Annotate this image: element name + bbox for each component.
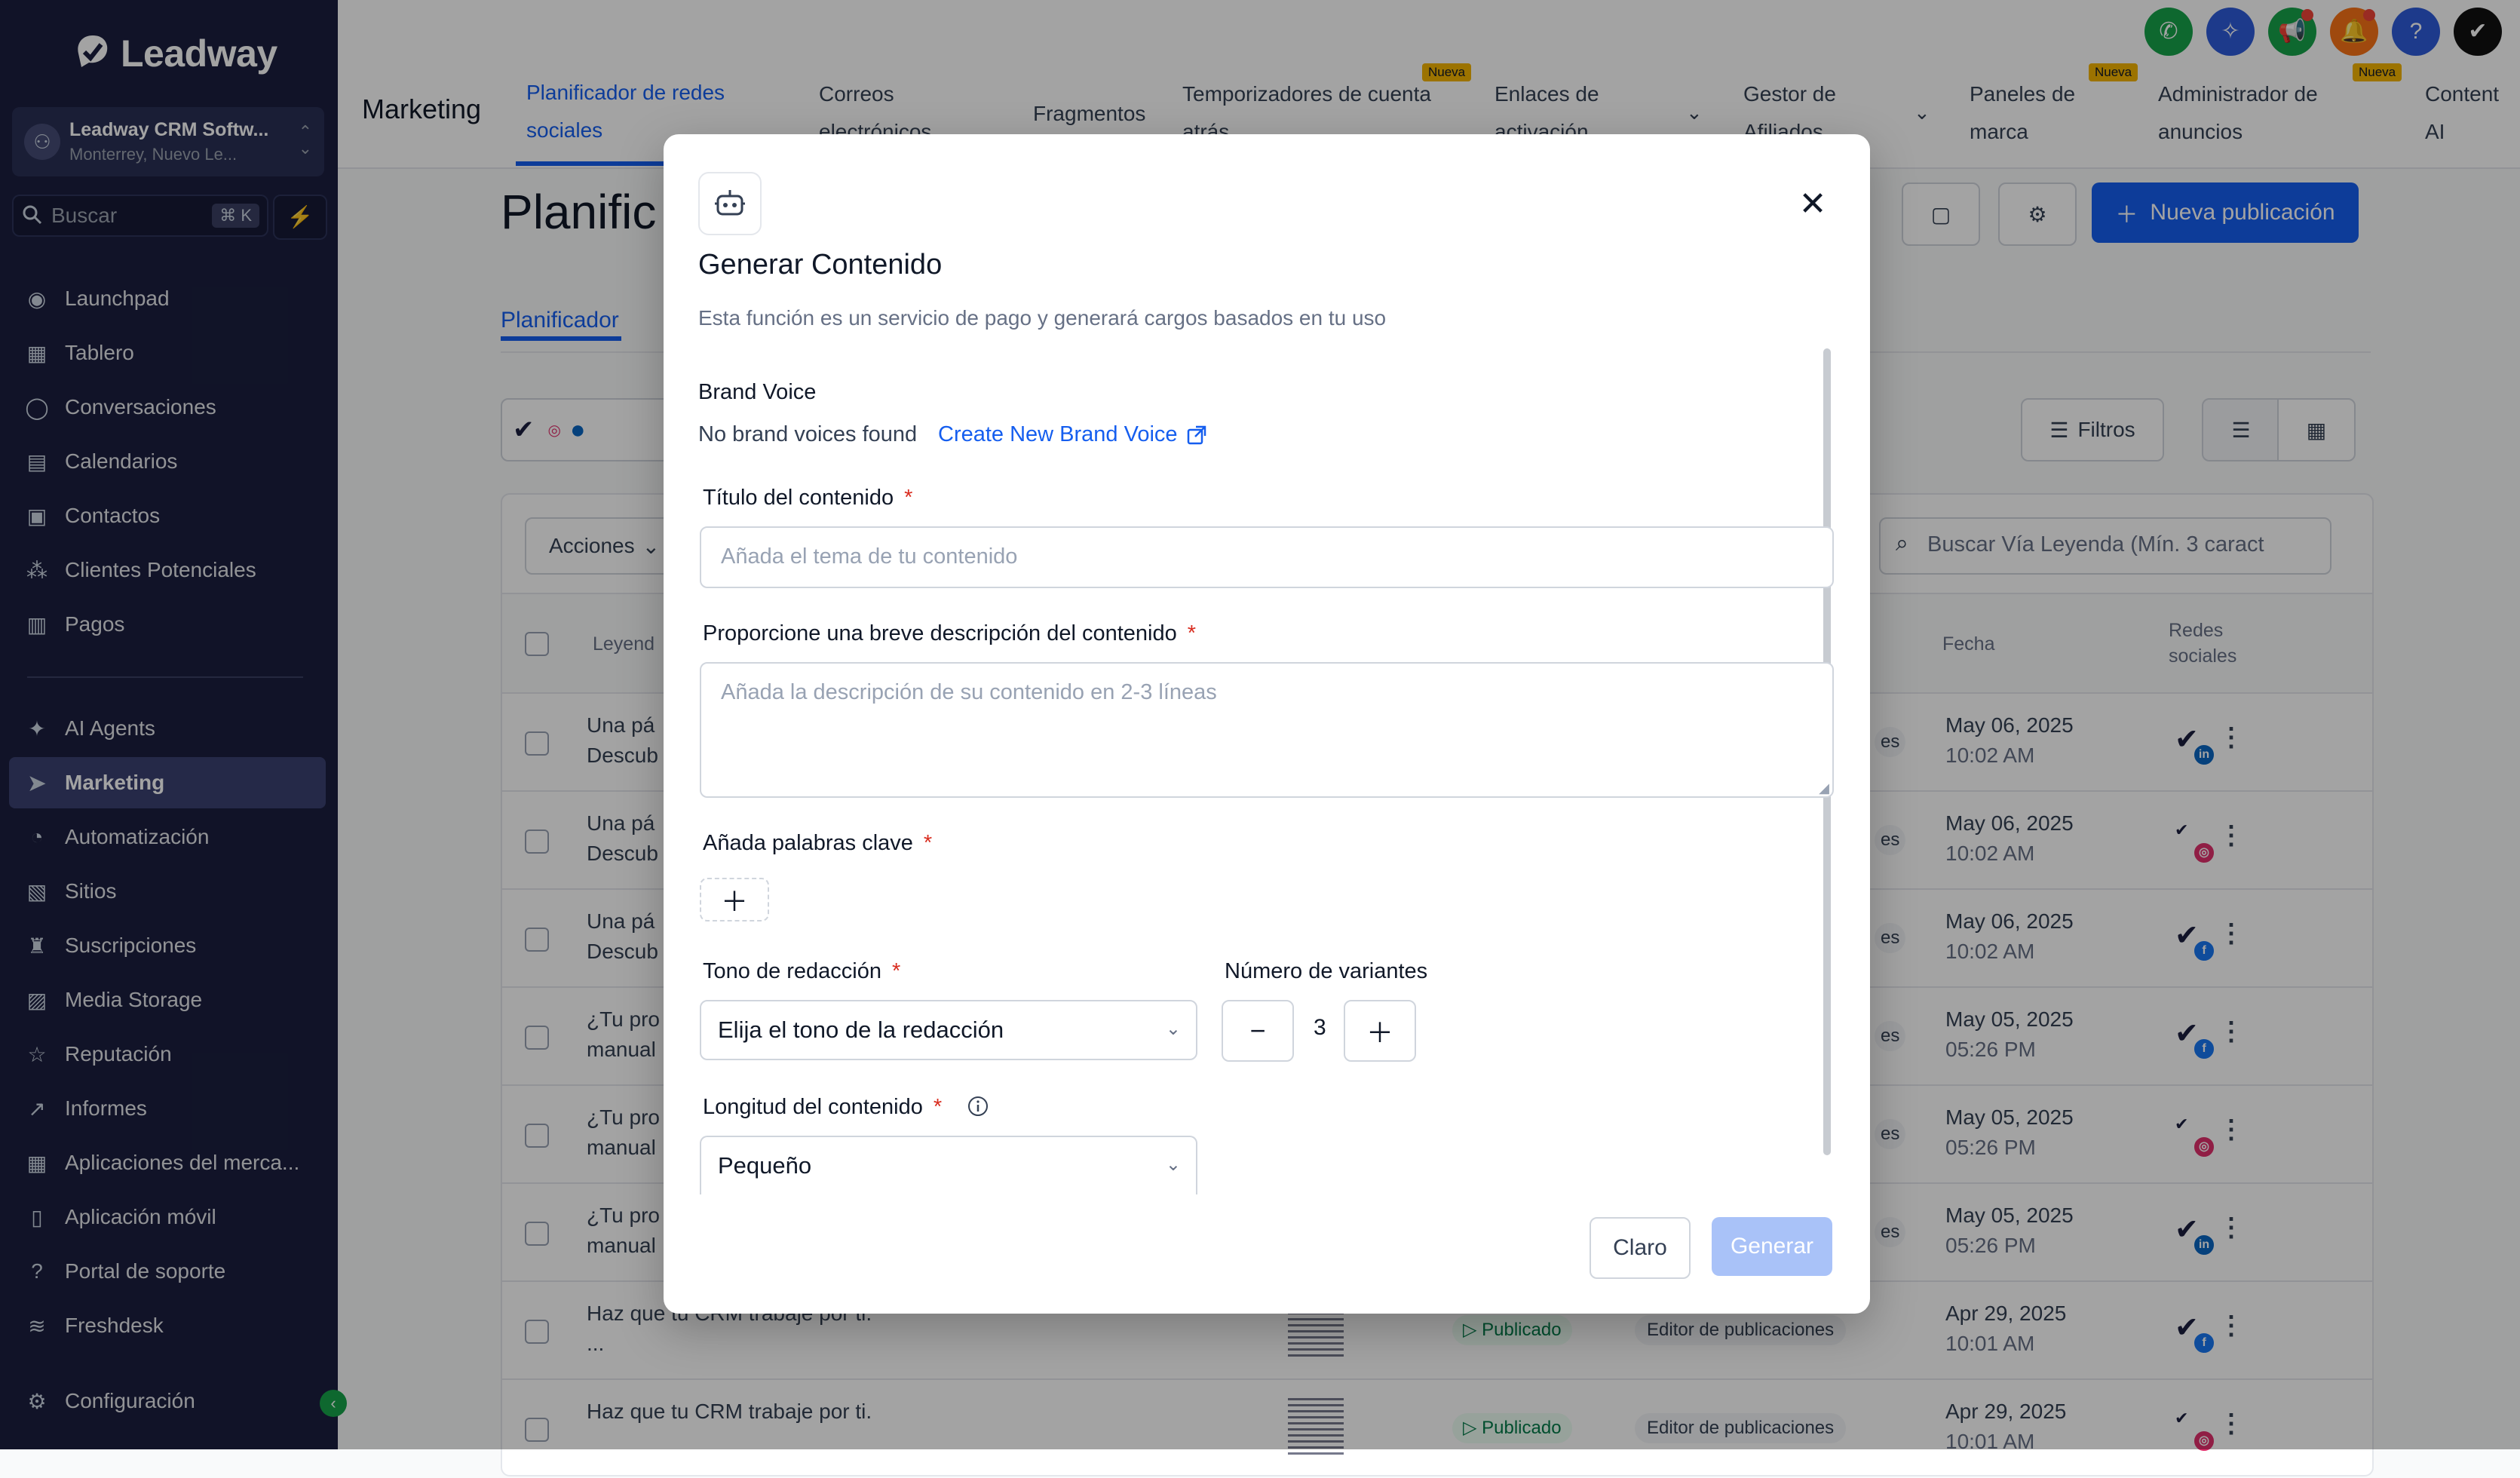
tone-label: Tono de redacción *	[703, 959, 900, 984]
chevron-down-icon: ⌄	[1165, 1019, 1181, 1039]
content-title-input[interactable]: Añada el tema de tu contenido	[700, 526, 1834, 588]
content-title-label-text: Título del contenido	[703, 486, 894, 510]
generate-content-modal: ✕ Generar Contenido Esta función es un s…	[664, 134, 1870, 1314]
description-textarea[interactable]: Añada la descripción de su contenido en …	[700, 662, 1834, 798]
external-link-icon	[1187, 425, 1206, 444]
tone-value: Elija el tono de la redacción	[718, 1017, 1004, 1043]
chevron-down-icon: ⌄	[1165, 1154, 1181, 1175]
description-label: Proporcione una breve descripción del co…	[703, 621, 1196, 646]
length-label: Longitud del contenido *	[703, 1095, 988, 1120]
keywords-label: Añada palabras clave *	[703, 831, 932, 856]
close-icon[interactable]: ✕	[1792, 182, 1834, 225]
resize-handle-icon[interactable]: ◢	[1819, 780, 1829, 796]
length-value: Pequeño	[718, 1152, 812, 1179]
brand-voice-label: Brand Voice	[698, 380, 817, 404]
add-keyword-plus-icon[interactable]: ＋	[700, 878, 769, 921]
length-label-text: Longitud del contenido	[703, 1095, 923, 1119]
clear-button[interactable]: Claro	[1590, 1217, 1691, 1279]
content-title-label: Título del contenido *	[703, 486, 912, 511]
info-icon[interactable]	[967, 1095, 989, 1118]
tone-label-text: Tono de redacción	[703, 959, 881, 983]
increment-plus-icon[interactable]: ＋	[1344, 1000, 1416, 1062]
variants-value: 3	[1314, 1015, 1326, 1040]
description-label-text: Proporcione una breve descripción del co…	[703, 621, 1177, 645]
length-select[interactable]: Pequeño ⌄	[700, 1136, 1197, 1194]
create-brand-voice-label: Create New Brand Voice	[938, 422, 1178, 446]
generate-button[interactable]: Generar	[1712, 1217, 1832, 1276]
required-mark: *	[904, 486, 913, 510]
variants-label: Número de variantes	[1225, 959, 1428, 983]
modal-subtitle: Esta función es un servicio de pago y ge…	[698, 306, 1387, 330]
required-mark: *	[892, 959, 901, 983]
robot-icon	[698, 172, 762, 235]
required-mark: *	[923, 831, 933, 855]
no-brand-voices-text: No brand voices found	[698, 422, 918, 446]
modal-title: Generar Contenido	[698, 249, 943, 281]
decrement-minus-icon[interactable]: −	[1222, 1000, 1294, 1062]
required-mark: *	[1187, 621, 1197, 645]
required-mark: *	[933, 1095, 943, 1119]
tone-select[interactable]: Elija el tono de la redacción ⌄	[700, 1000, 1197, 1060]
content-title-placeholder: Añada el tema de tu contenido	[721, 544, 1018, 569]
keywords-label-text: Añada palabras clave	[703, 831, 913, 855]
description-placeholder: Añada la descripción de su contenido en …	[721, 680, 1217, 704]
create-brand-voice-link[interactable]: Create New Brand Voice	[938, 422, 1208, 447]
